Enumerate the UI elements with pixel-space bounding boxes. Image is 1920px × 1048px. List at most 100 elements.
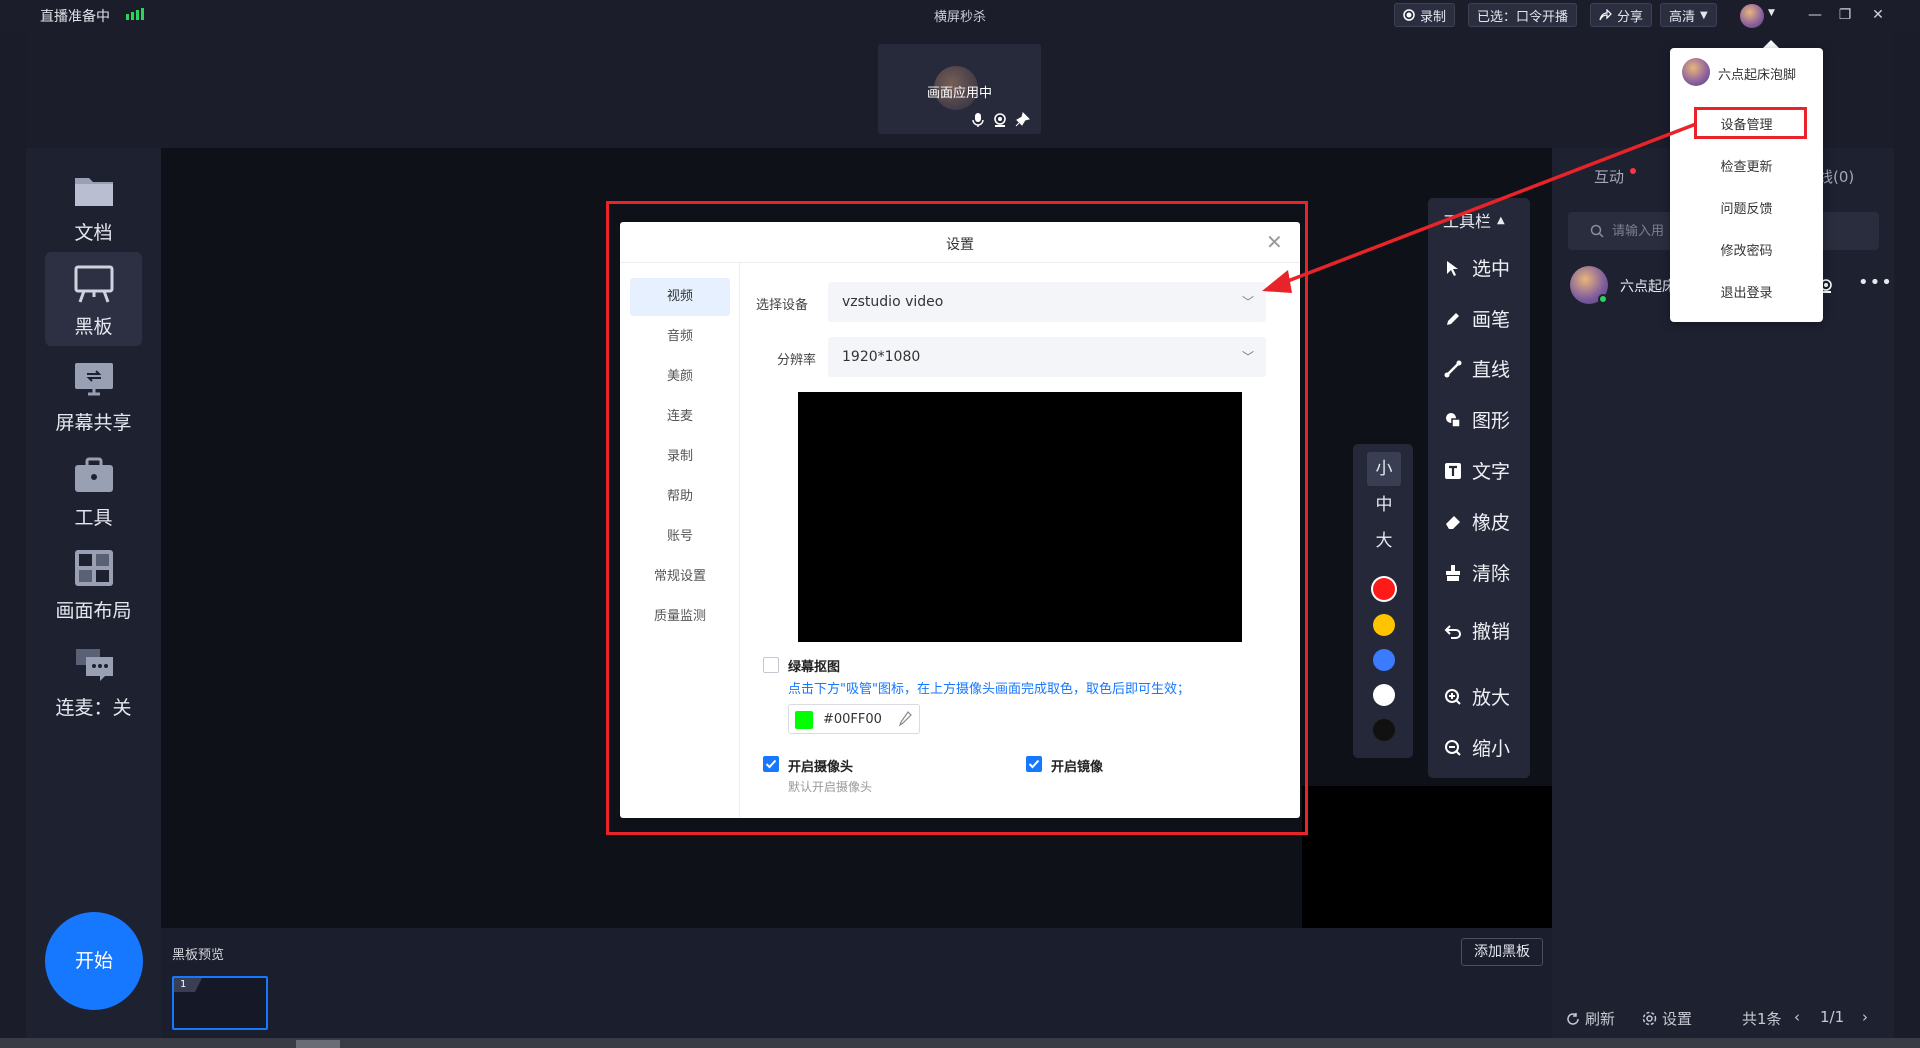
tool-label: 直线 <box>1472 359 1511 381</box>
tool-label: 撤销 <box>1472 621 1511 643</box>
highlight-frame <box>1694 107 1807 139</box>
pin-icon[interactable] <box>1014 112 1030 128</box>
size-large-option[interactable]: 大 <box>1367 524 1401 558</box>
total-count: 共1条 <box>1742 1010 1782 1028</box>
sidebar-item-label: 画面布局 <box>55 600 132 622</box>
tool-label: 选中 <box>1472 258 1511 280</box>
clear-icon <box>1446 564 1460 581</box>
account-avatar[interactable] <box>1740 4 1764 28</box>
menu-caret <box>1763 40 1779 48</box>
add-blackboard-button[interactable]: 添加黑板 <box>1461 938 1543 966</box>
quality-select[interactable]: 高清 ▼ <box>1660 3 1717 27</box>
tool-label: 清除 <box>1472 563 1511 585</box>
layout-icon <box>74 550 113 586</box>
sidebar-item-label: 连麦：关 <box>55 697 132 719</box>
sidebar-item-tools[interactable]: 工具 <box>45 455 142 530</box>
tool-label: 图形 <box>1472 410 1511 432</box>
tool-select[interactable]: 选中 <box>1444 254 1510 281</box>
menu-item-change-password[interactable]: 修改密码 <box>1670 240 1823 259</box>
scrollbar-thumb[interactable] <box>296 1040 340 1048</box>
bottom-scrollbar[interactable] <box>0 1038 1920 1048</box>
screen-share-icon <box>74 363 113 396</box>
gear-icon <box>1642 1011 1657 1026</box>
tool-label: 文字 <box>1472 461 1511 483</box>
tab-online[interactable]: 线(0) <box>1818 166 1854 187</box>
selected-mode-button[interactable]: 已选：口令开播 <box>1468 3 1578 27</box>
sidebar-item-mic-link[interactable]: 连麦：关 <box>45 645 142 720</box>
quality-label: 高清 <box>1669 9 1696 25</box>
refresh-button[interactable]: 刷新 <box>1566 1008 1615 1029</box>
tool-undo[interactable]: 撤销 <box>1444 617 1510 644</box>
settings-label: 设置 <box>1662 1010 1693 1028</box>
pen-icon <box>1447 312 1459 325</box>
record-button[interactable]: 录制 <box>1394 3 1456 27</box>
tool-zoom-in[interactable]: 放大 <box>1444 683 1510 710</box>
blackboard-icon <box>74 265 113 303</box>
camera-icon[interactable] <box>992 112 1008 128</box>
settings-button[interactable]: 设置 <box>1642 1008 1692 1029</box>
search-icon <box>1590 224 1604 238</box>
restore-icon[interactable]: ❐ <box>1835 5 1855 25</box>
sidebar-item-label: 黑板 <box>74 316 113 338</box>
close-window-icon[interactable]: ✕ <box>1868 5 1888 25</box>
tool-clear[interactable]: 清除 <box>1444 559 1510 586</box>
share-button[interactable]: 分享 <box>1590 3 1653 27</box>
minimize-icon[interactable]: — <box>1805 5 1825 25</box>
color-red-swatch[interactable] <box>1373 578 1395 600</box>
prev-page-icon[interactable]: ‹ <box>1794 1008 1800 1026</box>
tool-shape[interactable]: 图形 <box>1444 406 1510 433</box>
more-options-icon[interactable]: ••• <box>1858 272 1893 293</box>
chat-icon <box>75 649 113 681</box>
camera-preview-box <box>1302 786 1552 928</box>
notification-dot <box>1630 168 1636 174</box>
eraser-icon <box>1446 515 1460 529</box>
sidebar-item-layout[interactable]: 画面布局 <box>45 548 142 623</box>
avatar <box>1682 58 1710 86</box>
mic-icon[interactable] <box>970 112 986 128</box>
zoom-out-icon <box>1445 739 1461 756</box>
account-caret-icon[interactable]: ▼ <box>1768 8 1775 18</box>
color-black-swatch[interactable] <box>1373 719 1395 741</box>
size-small-option[interactable]: 小 <box>1367 452 1401 486</box>
user-name: 六点起床 <box>1620 279 1676 295</box>
text-icon <box>1445 462 1461 479</box>
online-indicator <box>1598 294 1608 304</box>
menu-item-check-update[interactable]: 检查更新 <box>1670 156 1823 175</box>
shape-icon <box>1446 412 1461 428</box>
start-button[interactable]: 开始 <box>45 912 143 1010</box>
page-indicator: 1/1 <box>1820 1008 1845 1026</box>
size-medium-option[interactable]: 中 <box>1367 488 1401 522</box>
sidebar-item-document[interactable]: 文档 <box>45 170 142 245</box>
record-label: 录制 <box>1420 9 1447 25</box>
sidebar-item-blackboard[interactable]: 黑板 <box>45 264 142 339</box>
caret-down-icon: ▼ <box>1700 9 1708 21</box>
tool-line[interactable]: 直线 <box>1444 355 1510 382</box>
preview-strip <box>161 928 1552 1038</box>
color-blue-swatch[interactable] <box>1373 649 1395 671</box>
sidebar-item-label: 屏幕共享 <box>55 412 132 434</box>
next-page-icon[interactable]: › <box>1862 1008 1868 1026</box>
caret-up-icon: ▲ <box>1497 214 1505 226</box>
tool-label: 橡皮 <box>1472 512 1511 534</box>
tab-interact[interactable]: 互动 <box>1594 166 1624 187</box>
account-menu <box>1670 48 1823 322</box>
tool-pen[interactable]: 画笔 <box>1444 305 1510 332</box>
tool-eraser[interactable]: 橡皮 <box>1444 508 1510 535</box>
line-icon <box>1444 360 1462 377</box>
tool-zoom-out[interactable]: 缩小 <box>1444 734 1510 761</box>
menu-item-feedback[interactable]: 问题反馈 <box>1670 198 1823 217</box>
color-white-swatch[interactable] <box>1373 684 1395 706</box>
color-yellow-swatch[interactable] <box>1373 614 1395 636</box>
toolbox-icon <box>74 457 113 492</box>
menu-item-logout[interactable]: 退出登录 <box>1670 282 1823 301</box>
sidebar-item-label: 文档 <box>74 222 113 244</box>
menu-user-name: 六点起床泡脚 <box>1718 68 1797 83</box>
sidebar-item-screen-share[interactable]: 屏幕共享 <box>45 360 142 435</box>
thumbnail-label: 画面应用中 <box>926 86 992 101</box>
tool-label: 画笔 <box>1472 309 1511 331</box>
tool-label: 缩小 <box>1472 738 1511 760</box>
toolbar-header[interactable]: 工具栏 ▲ <box>1443 208 1505 232</box>
toolbar-title: 工具栏 <box>1443 212 1492 231</box>
tool-text[interactable]: 文字 <box>1444 457 1510 484</box>
record-icon <box>1403 9 1415 21</box>
